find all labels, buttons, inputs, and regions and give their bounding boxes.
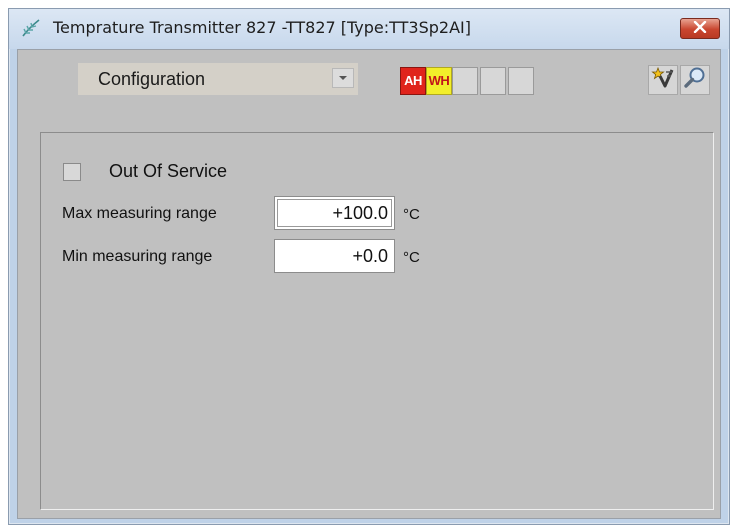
window-title: Temprature Transmitter 827 -TT827 [Type:… bbox=[53, 18, 472, 37]
max-range-unit: °C bbox=[403, 206, 420, 223]
alarm-label-wh: WH bbox=[428, 73, 450, 88]
min-range-input[interactable]: +0.0 bbox=[274, 239, 395, 273]
client-area: Configuration AH WH Out Of Service Max m… bbox=[17, 49, 721, 519]
close-button[interactable] bbox=[680, 18, 720, 39]
min-range-unit: °C bbox=[403, 249, 420, 266]
alarm-indicator-empty bbox=[452, 67, 478, 95]
close-x-icon bbox=[693, 20, 707, 38]
alarm-indicator-empty bbox=[480, 67, 506, 95]
alarm-indicator-wh: WH bbox=[426, 67, 452, 95]
transmitter-window: Temprature Transmitter 827 -TT827 [Type:… bbox=[8, 8, 730, 525]
star-check-icon bbox=[651, 66, 675, 95]
out-of-service-label: Out Of Service bbox=[109, 161, 228, 181]
out-of-service-checkbox[interactable] bbox=[63, 163, 81, 181]
title-bar[interactable]: Temprature Transmitter 827 -TT827 [Type:… bbox=[9, 9, 729, 49]
alarm-indicator-empty bbox=[508, 67, 534, 95]
min-range-label: Min measuring range bbox=[62, 248, 213, 265]
fern-app-icon bbox=[21, 18, 41, 38]
alarm-indicator-ah: AH bbox=[400, 67, 426, 95]
magnifier-icon bbox=[683, 66, 707, 95]
alarm-label-ah: AH bbox=[404, 73, 422, 88]
search-button[interactable] bbox=[680, 65, 710, 95]
view-select-value: Configuration bbox=[98, 69, 206, 89]
chevron-down-icon[interactable] bbox=[332, 68, 354, 88]
max-range-input[interactable]: +100.0 bbox=[274, 196, 395, 230]
view-select[interactable]: Configuration bbox=[78, 63, 358, 95]
star-check-button[interactable] bbox=[648, 65, 678, 95]
max-range-label: Max measuring range bbox=[62, 205, 217, 222]
configuration-panel: Out Of Service Max measuring range +100.… bbox=[40, 132, 714, 510]
